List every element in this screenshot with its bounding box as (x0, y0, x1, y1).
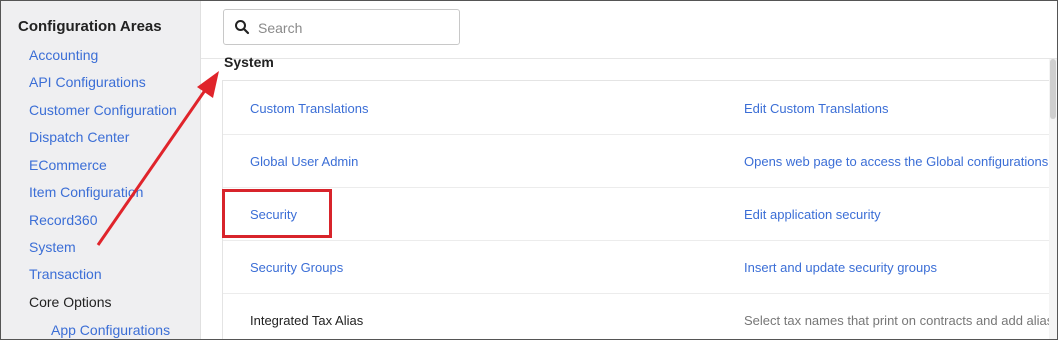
sidebar-item-app-configurations[interactable]: App Configurations (51, 322, 170, 338)
row-description[interactable]: Opens web page to access the Global conf… (744, 154, 1055, 169)
sidebar-title: Configuration Areas (18, 18, 162, 35)
row-description: Select tax names that print on contracts… (744, 313, 1054, 328)
row-description[interactable]: Edit Custom Translations (744, 101, 889, 116)
row-description[interactable]: Insert and update security groups (744, 260, 937, 275)
search-icon (235, 20, 250, 35)
section-title: System (224, 54, 274, 70)
search-input[interactable] (258, 18, 448, 38)
main-content: System Custom Translations Edit Custom T… (201, 1, 1057, 339)
scrollbar-thumb[interactable] (1050, 59, 1056, 119)
search-box[interactable] (223, 9, 460, 45)
row-description[interactable]: Edit application security (744, 207, 881, 222)
annotation-highlight-box (222, 189, 332, 238)
sidebar-item-record360[interactable]: Record360 (29, 212, 98, 228)
sidebar-item-item-configuration[interactable]: Item Configuration (29, 184, 143, 200)
sidebar-item-transaction[interactable]: Transaction (29, 266, 102, 282)
table-row[interactable]: Security Groups Insert and update securi… (223, 240, 1057, 294)
sidebar-item-dispatch-center[interactable]: Dispatch Center (29, 129, 129, 145)
sidebar-item-api-configurations[interactable]: API Configurations (29, 74, 146, 90)
table-row[interactable]: Security Edit application security (223, 187, 1057, 241)
sidebar: Configuration Areas Accounting API Confi… (1, 1, 201, 339)
row-name-link[interactable]: Security Groups (250, 260, 343, 275)
sidebar-group-core-options: Core Options (29, 294, 112, 310)
scrollbar[interactable] (1049, 59, 1057, 339)
sidebar-item-accounting[interactable]: Accounting (29, 47, 98, 63)
table-row[interactable]: Global User Admin Opens web page to acce… (223, 134, 1057, 188)
table-row[interactable]: Custom Translations Edit Custom Translat… (223, 81, 1057, 135)
app-window: Configuration Areas Accounting API Confi… (0, 0, 1058, 340)
sidebar-item-system[interactable]: System (29, 239, 76, 255)
sidebar-item-ecommerce[interactable]: ECommerce (29, 157, 107, 173)
row-name-link[interactable]: Global User Admin (250, 154, 358, 169)
top-bar (201, 1, 1057, 59)
sidebar-item-customer-configuration[interactable]: Customer Configuration (29, 102, 177, 118)
settings-table: Custom Translations Edit Custom Translat… (222, 80, 1057, 339)
table-row[interactable]: Integrated Tax Alias Select tax names th… (223, 293, 1057, 339)
row-name[interactable]: Integrated Tax Alias (250, 313, 363, 328)
row-name-link[interactable]: Custom Translations (250, 101, 369, 116)
